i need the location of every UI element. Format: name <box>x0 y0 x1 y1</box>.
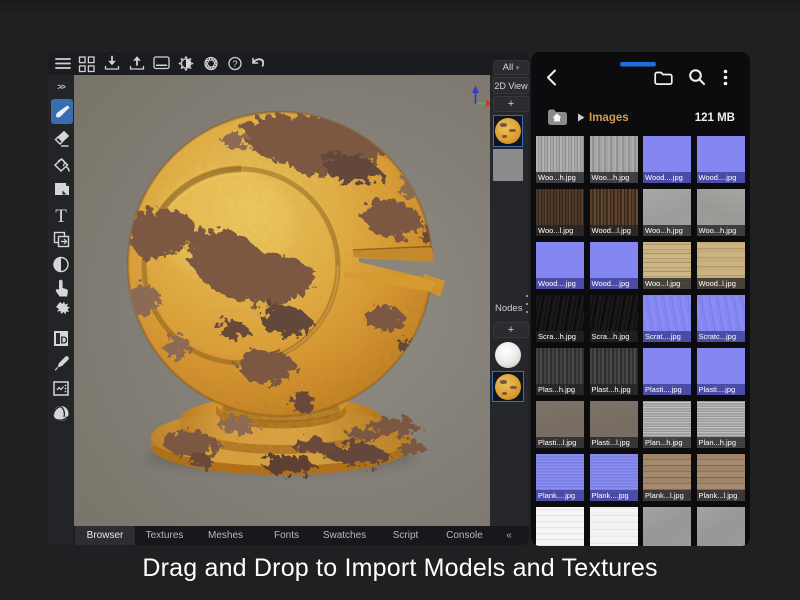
svg-text:>>: >> <box>57 83 66 92</box>
svg-text:121 MB: 121 MB <box>695 112 735 124</box>
svg-text:Images: Images <box>589 112 629 124</box>
svg-text:?: ? <box>232 59 237 69</box>
svg-text:T: T <box>55 206 67 227</box>
svg-text:D: D <box>60 336 67 347</box>
